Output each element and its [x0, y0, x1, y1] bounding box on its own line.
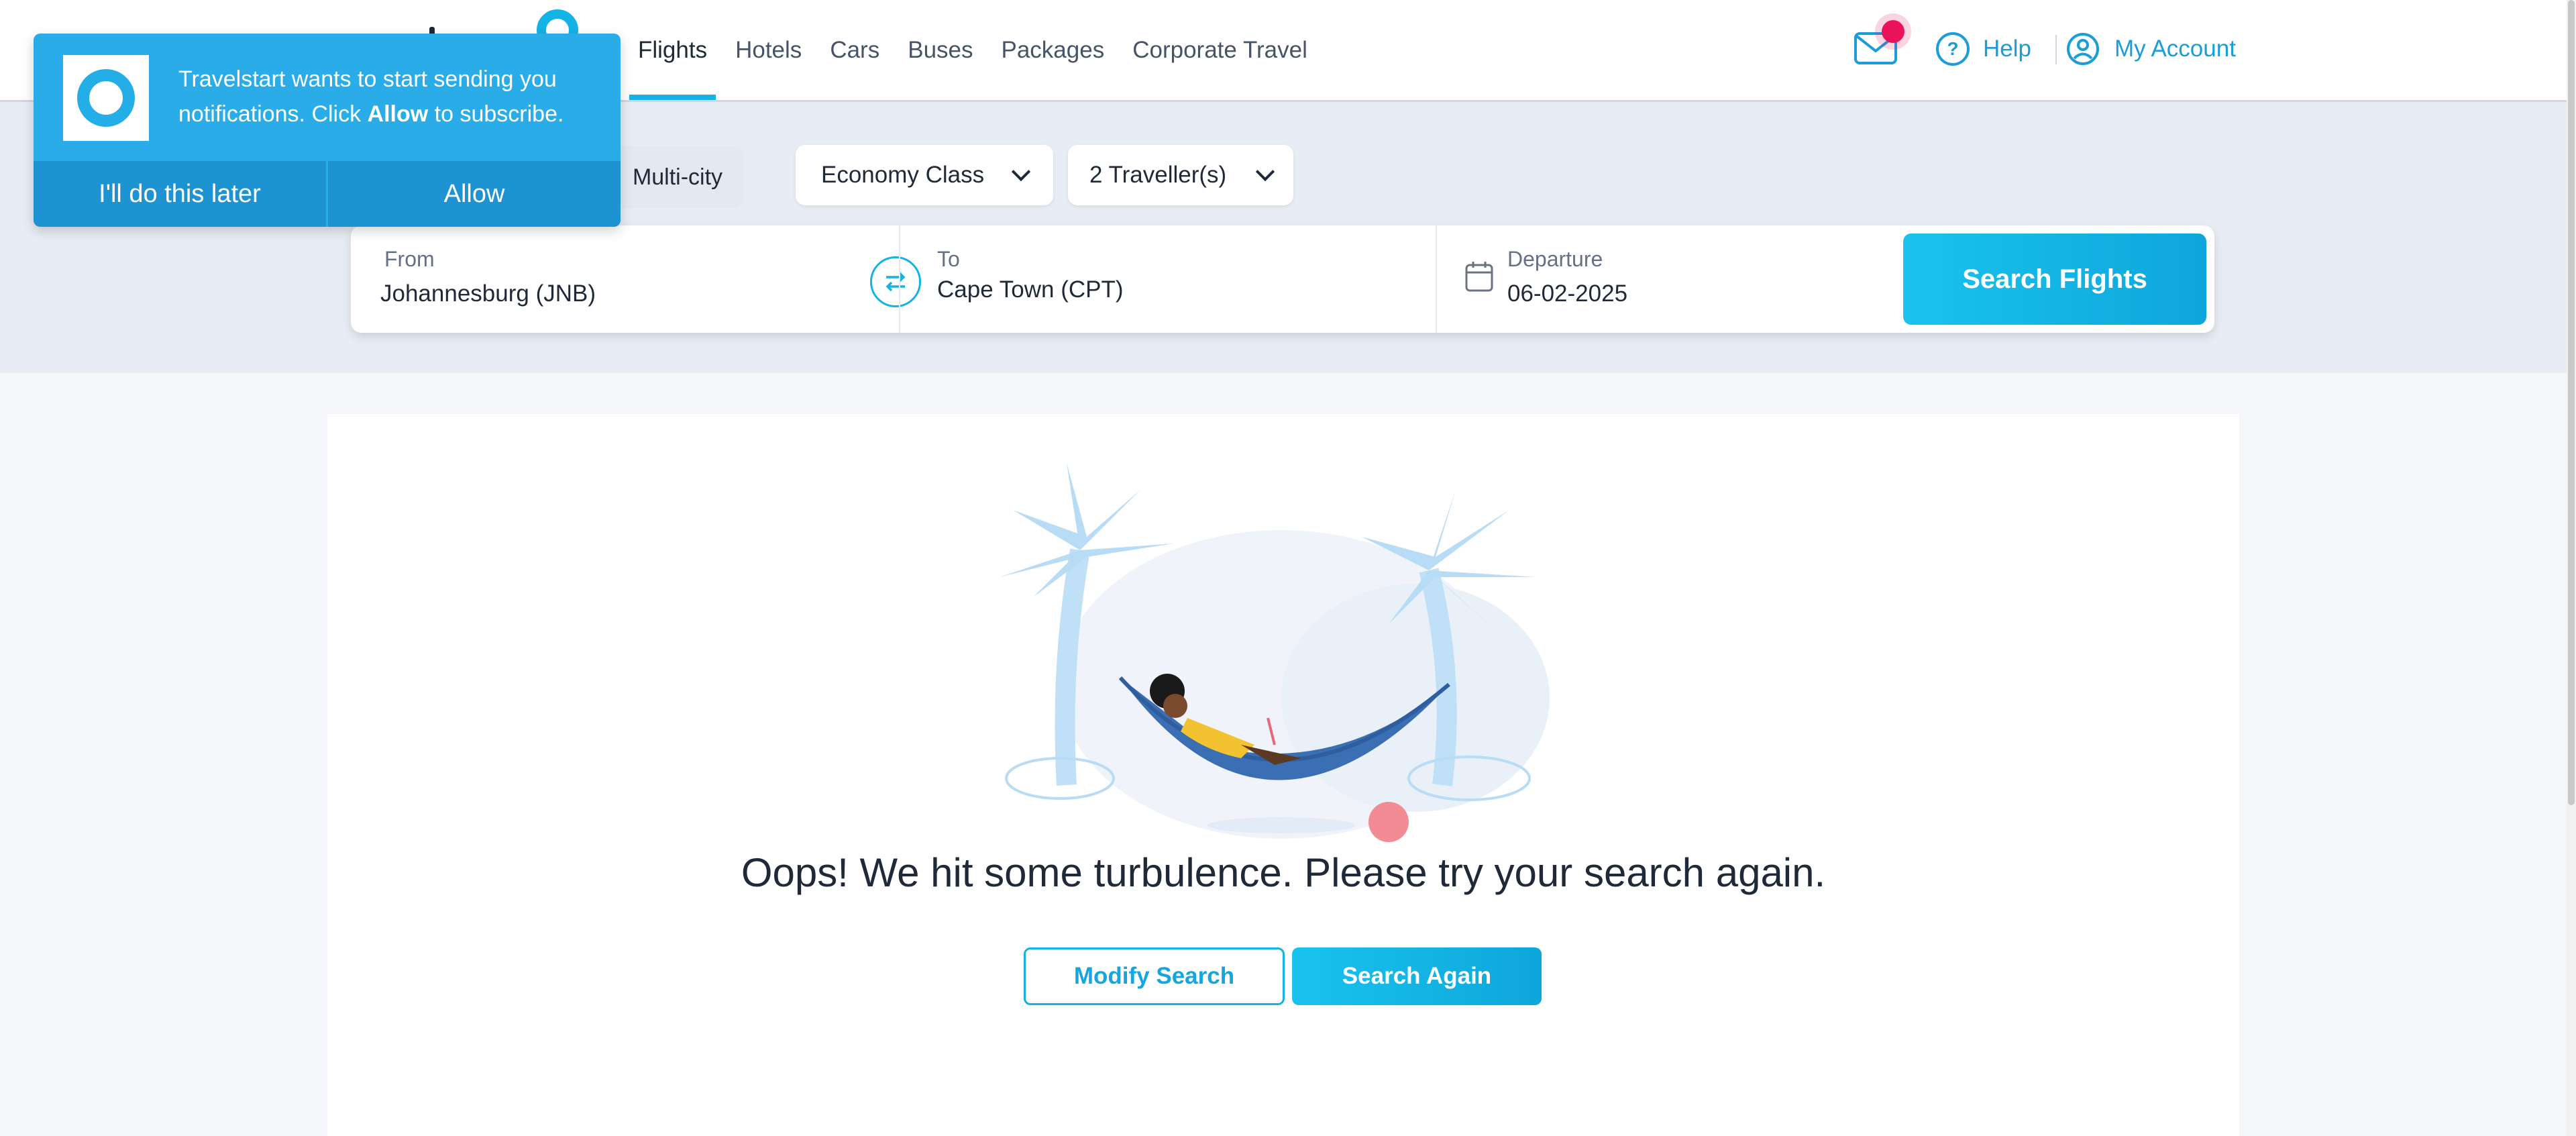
swap-icon[interactable] — [870, 256, 921, 307]
nav-buses[interactable]: Buses — [894, 0, 987, 100]
nav-hotels[interactable]: Hotels — [721, 0, 816, 100]
notification-message: Travelstart wants to start sending you n… — [178, 62, 601, 132]
chevron-down-icon — [1255, 162, 1275, 182]
help-label: Help — [1983, 36, 2031, 62]
my-account-link[interactable]: My Account — [2066, 32, 2236, 66]
from-value: Johannesburg (JNB) — [380, 280, 596, 307]
nav-cars[interactable]: Cars — [816, 0, 894, 100]
field-divider — [1436, 225, 1437, 333]
departure-label: Departure — [1507, 247, 1603, 271]
cabin-class-dropdown[interactable]: Economy Class — [796, 145, 1053, 205]
error-message: Oops! We hit some turbulence. Please try… — [741, 850, 1826, 895]
calendar-icon — [1465, 262, 1493, 292]
header-divider — [2055, 35, 2057, 64]
to-field[interactable]: To Cape Town (CPT) — [928, 225, 1431, 333]
account-label: My Account — [2114, 36, 2236, 62]
notification-badge — [1882, 20, 1904, 43]
search-flights-button[interactable]: Search Flights — [1903, 234, 2206, 325]
hammock-illustration-icon — [1000, 463, 1550, 842]
notification-text-end: to subscribe. — [428, 101, 564, 127]
from-label: From — [384, 247, 435, 271]
search-again-button[interactable]: Search Again — [1292, 947, 1542, 1005]
trip-type-multi-city[interactable]: Multi-city — [612, 146, 743, 208]
flight-search-form: From Johannesburg (JNB) To Cape Town (CP… — [351, 225, 2214, 333]
nav-flights[interactable]: Flights — [624, 0, 721, 100]
departure-field[interactable]: Departure 06-02-2025 — [1444, 225, 1887, 333]
modify-search-button[interactable]: Modify Search — [1024, 947, 1285, 1005]
departure-value: 06-02-2025 — [1507, 280, 1628, 307]
travelstart-logo-icon — [63, 55, 149, 141]
nav-packages[interactable]: Packages — [987, 0, 1119, 100]
to-value: Cape Town (CPT) — [937, 276, 1124, 303]
to-label: To — [937, 247, 960, 271]
notification-prompt: Travelstart wants to start sending you n… — [34, 34, 621, 227]
field-divider — [899, 225, 900, 333]
cabin-class-value: Economy Class — [821, 162, 985, 188]
notification-allow-word: Allow — [367, 101, 429, 127]
nav-corporate-travel[interactable]: Corporate Travel — [1118, 0, 1322, 100]
chevron-down-icon — [1011, 162, 1031, 182]
notification-actions: I'll do this later Allow — [34, 161, 621, 227]
travellers-dropdown[interactable]: 2 Traveller(s) — [1068, 145, 1293, 205]
user-icon — [2067, 33, 2099, 65]
allow-button[interactable]: Allow — [326, 161, 621, 227]
main-nav: Flights Hotels Cars Buses Packages Corpo… — [624, 0, 1322, 100]
help-link[interactable]: ? Help — [1936, 32, 2031, 66]
travellers-value: 2 Traveller(s) — [1089, 162, 1227, 188]
scrollbar-thumb[interactable] — [2568, 0, 2575, 805]
help-icon: ? — [1936, 32, 1970, 66]
do-this-later-button[interactable]: I'll do this later — [34, 161, 326, 227]
from-field[interactable]: From Johannesburg (JNB) — [351, 225, 897, 333]
